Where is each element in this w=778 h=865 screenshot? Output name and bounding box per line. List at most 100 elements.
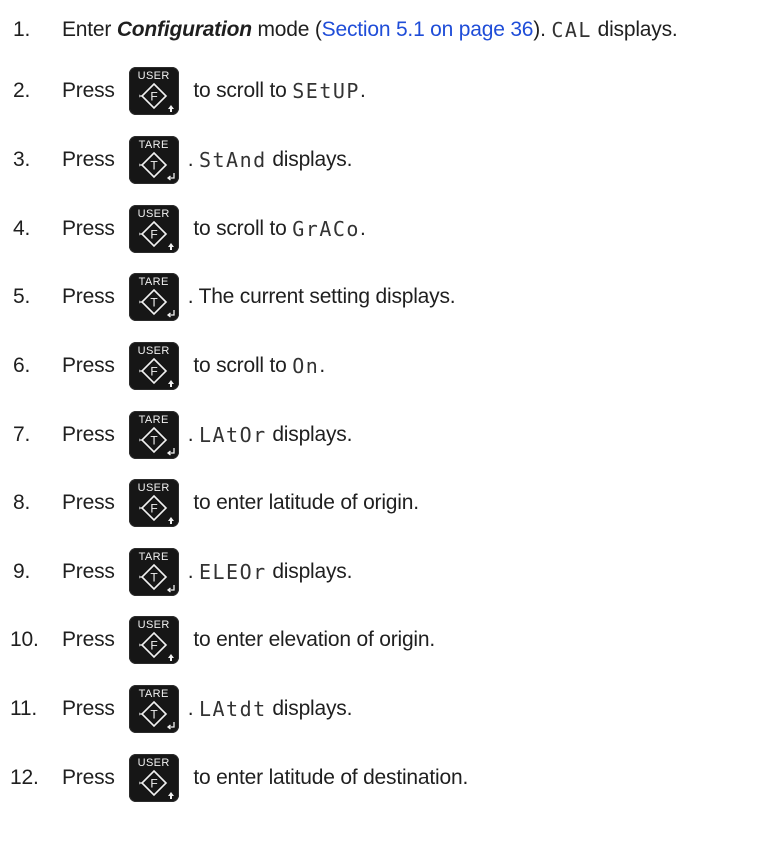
key-glyph: F [150, 365, 157, 379]
tare-key-button[interactable]: TARE T [128, 548, 179, 596]
enter-icon [166, 722, 175, 730]
step-text: displays. [266, 148, 353, 171]
display-readout: SEtUP [292, 79, 360, 103]
tare-key-icon: T [138, 426, 167, 454]
key-glyph: F [150, 639, 157, 653]
mode-name: Configuration [116, 18, 252, 41]
step-text: . [359, 217, 366, 240]
step-5: 5. Press TARE T . The current setting di… [0, 272, 456, 322]
step-11: 11. Press TARE T . LAtdt displays. [0, 684, 352, 734]
function-key-icon: F [138, 357, 167, 385]
arrow-up-icon [167, 654, 174, 661]
section-link[interactable]: Section 5.1 on page 36 [322, 18, 534, 42]
enter-icon [166, 448, 175, 456]
step-number: 10. [10, 628, 39, 651]
tare-key-icon: T [138, 563, 167, 591]
step-text: displays. [266, 560, 353, 583]
press-text: Press [62, 217, 115, 240]
tare-key-button[interactable]: TARE T [128, 411, 179, 459]
arrow-up-icon [167, 792, 174, 799]
key-glyph: T [150, 296, 158, 310]
function-key-icon: F [138, 631, 167, 659]
step-text: ). [533, 18, 552, 41]
tare-key-button[interactable]: TARE T [128, 685, 179, 733]
step-number: 5. [13, 285, 31, 308]
display-readout: GrACo [292, 217, 360, 241]
step-text: displays. [266, 423, 353, 446]
enter-icon [166, 310, 175, 318]
step-text: . [187, 560, 199, 583]
step-number: 7. [13, 423, 31, 446]
function-key-icon: F [138, 769, 167, 797]
tare-key-icon: T [138, 700, 167, 728]
step-text: to enter latitude of origin. [187, 491, 419, 514]
step-1: 1. Enter Configuration mode ( Section 5.… [0, 5, 678, 55]
enter-icon [166, 585, 175, 593]
user-key-button[interactable]: USER F [128, 67, 179, 115]
user-key-button[interactable]: USER F [128, 479, 179, 527]
tare-key-icon: T [138, 288, 167, 316]
enter-icon [166, 173, 175, 181]
arrow-up-icon [167, 380, 174, 387]
step-8: 8. Press USER F to enter latitude of ori… [0, 478, 419, 528]
press-text: Press [62, 285, 115, 308]
step-number: 11. [10, 697, 38, 720]
press-text: Press [62, 354, 115, 377]
display-readout: LAtOr [198, 423, 267, 447]
press-text: Press [62, 628, 115, 651]
step-7: 7. Press TARE T . LAtOr displays. [0, 410, 352, 460]
step-text: . [359, 79, 366, 102]
step-3: 3. Press TARE T . StAnd displays. [0, 135, 352, 185]
tare-key-button[interactable]: TARE T [128, 136, 179, 184]
step-number: 1. [13, 18, 31, 41]
step-text: to enter latitude of destination. [187, 766, 469, 789]
press-text: Press [62, 491, 115, 514]
step-12: 12. Press USER F to enter latitude of de… [0, 753, 468, 803]
display-readout: On [292, 354, 320, 378]
function-key-icon: F [138, 82, 167, 110]
arrow-up-icon [167, 243, 174, 250]
step-text: displays. [591, 18, 678, 41]
key-glyph: T [150, 434, 158, 448]
step-text: . [187, 148, 199, 171]
step-text: mode ( [251, 18, 322, 41]
step-9: 9. Press TARE T . ELEOr displays. [0, 547, 352, 597]
step-text: to scroll to [187, 354, 293, 377]
press-text: Press [62, 79, 115, 102]
step-number: 3. [13, 148, 31, 171]
step-text: to scroll to [187, 217, 293, 240]
key-glyph: F [150, 502, 157, 516]
press-text: Press [62, 697, 115, 720]
key-glyph: T [150, 159, 158, 173]
step-number: 2. [13, 79, 31, 102]
step-number: 4. [13, 217, 31, 240]
arrow-up-icon [167, 517, 174, 524]
display-readout: ELEOr [198, 560, 267, 584]
press-text: Press [62, 766, 115, 789]
step-text: . [187, 423, 199, 446]
tare-key-button[interactable]: TARE T [128, 273, 179, 321]
user-key-button[interactable]: USER F [128, 754, 179, 802]
step-text: . [187, 697, 199, 720]
user-key-button[interactable]: USER F [128, 342, 179, 390]
tare-key-icon: T [138, 151, 167, 179]
display-readout: StAnd [198, 148, 267, 172]
arrow-up-icon [167, 105, 174, 112]
press-text: Press [62, 560, 115, 583]
step-text: to enter elevation of origin. [187, 628, 436, 651]
step-text: Enter [62, 18, 117, 41]
key-glyph: F [150, 90, 157, 104]
step-number: 9. [13, 560, 31, 583]
step-2: 2. Press USER F to scroll to SEtUP . [0, 66, 366, 116]
step-10: 10. Press USER F to enter elevation of o… [0, 615, 435, 665]
user-key-button[interactable]: USER F [128, 205, 179, 253]
display-readout: CAL [551, 18, 592, 42]
step-number: 12. [10, 766, 39, 789]
key-glyph: F [150, 777, 157, 791]
step-4: 4. Press USER F to scroll to GrACo . [0, 204, 366, 254]
step-6: 6. Press USER F to scroll to On . [0, 341, 325, 391]
user-key-button[interactable]: USER F [128, 616, 179, 664]
key-glyph: T [150, 571, 158, 585]
display-readout: LAtdt [198, 697, 267, 721]
key-glyph: T [150, 708, 158, 722]
